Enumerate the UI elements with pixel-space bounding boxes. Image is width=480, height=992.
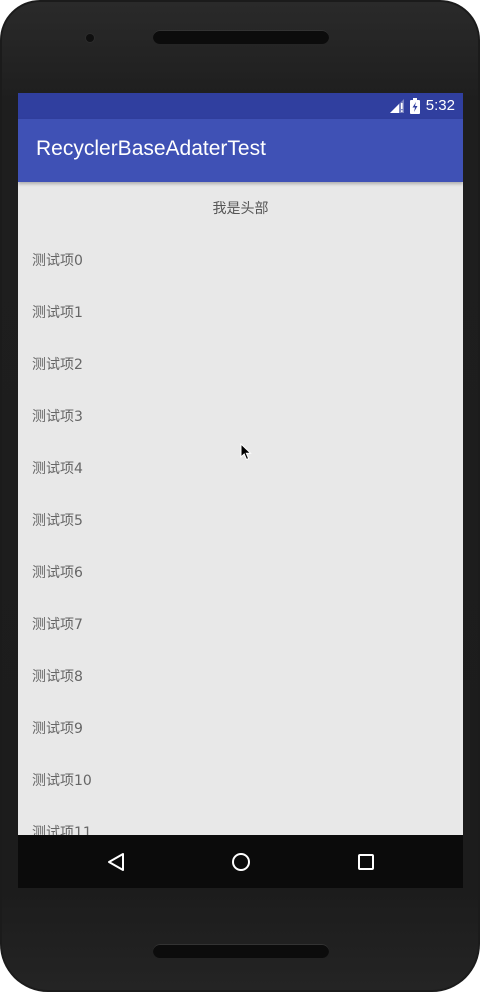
list-item[interactable]: 测试项3 bbox=[18, 390, 463, 442]
phone-screen: 5:32 RecyclerBaseAdaterTest 我是头部 测试项0 测试… bbox=[18, 93, 463, 888]
bottom-speaker-grille bbox=[153, 944, 329, 958]
list-item[interactable]: 测试项6 bbox=[18, 546, 463, 598]
navigation-bar bbox=[18, 835, 463, 888]
front-camera bbox=[86, 34, 94, 42]
list-item[interactable]: 测试项7 bbox=[18, 598, 463, 650]
recycler-list[interactable]: 我是头部 测试项0 测试项1 测试项2 测试项3 测试项4 测试项5 测试项6 … bbox=[18, 182, 463, 835]
battery-charging-icon bbox=[409, 98, 420, 114]
app-title: RecyclerBaseAdaterTest bbox=[36, 137, 266, 160]
list-item[interactable]: 测试项8 bbox=[18, 650, 463, 702]
home-icon bbox=[232, 853, 250, 871]
status-time: 5:32 bbox=[425, 97, 455, 114]
list-item[interactable]: 测试项9 bbox=[18, 702, 463, 754]
top-speaker-grille bbox=[153, 30, 329, 44]
list-item[interactable]: 测试项0 bbox=[18, 234, 463, 286]
nav-home-button[interactable] bbox=[227, 848, 255, 876]
list-item[interactable]: 测试项2 bbox=[18, 338, 463, 390]
signal-icon bbox=[389, 99, 404, 113]
list-item[interactable]: 测试项4 bbox=[18, 442, 463, 494]
recents-icon bbox=[358, 854, 374, 870]
list-item[interactable]: 测试项10 bbox=[18, 754, 463, 806]
phone-frame: 5:32 RecyclerBaseAdaterTest 我是头部 测试项0 测试… bbox=[0, 0, 480, 992]
back-icon bbox=[108, 853, 124, 871]
list-item[interactable]: 测试项11 bbox=[18, 806, 463, 835]
status-bar: 5:32 bbox=[18, 93, 463, 119]
list-item[interactable]: 测试项5 bbox=[18, 494, 463, 546]
list-item[interactable]: 测试项1 bbox=[18, 286, 463, 338]
nav-back-button[interactable] bbox=[102, 848, 130, 876]
status-icons: 5:32 bbox=[389, 96, 455, 116]
list-header: 我是头部 bbox=[212, 201, 269, 217]
nav-recents-button[interactable] bbox=[352, 848, 380, 876]
app-toolbar: RecyclerBaseAdaterTest bbox=[18, 119, 463, 182]
